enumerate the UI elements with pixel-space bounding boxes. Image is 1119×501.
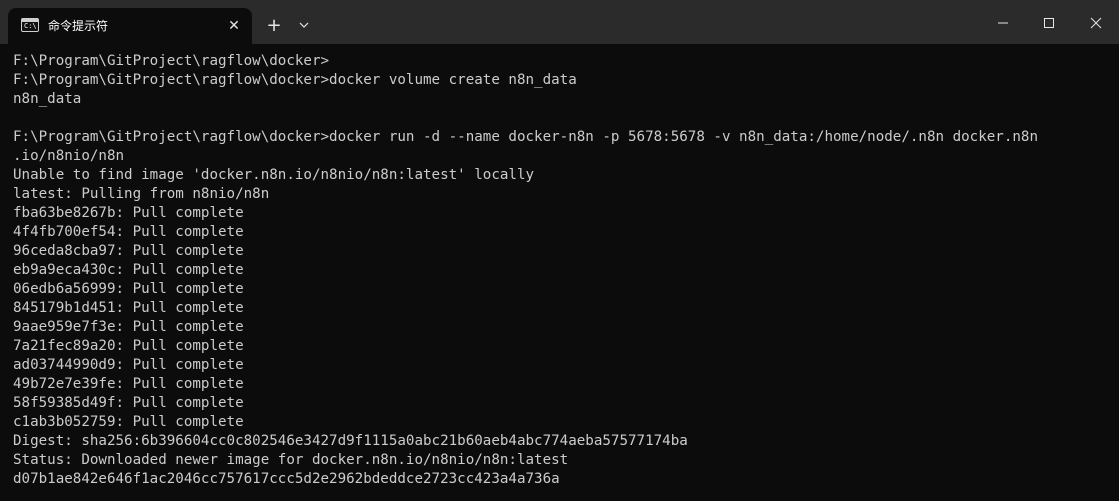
console-output[interactable]: F:\Program\GitProject\ragflow\docker> F:… [0,44,1119,501]
console-line: 4f4fb700ef54: Pull complete [13,224,244,240]
console-line: Status: Downloaded newer image for docke… [13,452,569,468]
chevron-down-icon[interactable] [292,14,316,38]
tab-title: 命令提示符 [48,19,109,33]
console-line: Digest: sha256:6b396604cc0c802546e3427d9… [13,433,688,449]
console-line: eb9a9eca430c: Pull complete [13,262,244,278]
console-line: ad03744990d9: Pull complete [13,357,244,373]
console-line: 7a21fec89a20: Pull complete [13,338,244,354]
console-line: 58f59385d49f: Pull complete [13,395,244,411]
console-line: fba63be8267b: Pull complete [13,205,244,221]
console-line: n8n_data [13,91,82,107]
terminal-window: C:\ 命令提示符 ✕ + F:\Program\GitProject\ragf… [0,0,1119,501]
console-line: 845179b1d451: Pull complete [13,300,244,316]
console-app-icon: C:\ [21,18,39,32]
minimize-icon[interactable] [980,0,1026,44]
close-icon[interactable] [1073,0,1119,44]
console-line: F:\Program\GitProject\ragflow\docker>doc… [13,72,577,88]
console-app-icon-glyph: C:\ [24,22,37,30]
console-line: 96ceda8cba97: Pull complete [13,243,244,259]
title-bar[interactable]: C:\ 命令提示符 ✕ + [0,0,1119,44]
console-line: d07b1ae842e646f1ac2046cc757617ccc5d2e296… [13,471,560,487]
console-line: .io/n8nio/n8n [13,148,125,164]
console-line: 06edb6a56999: Pull complete [13,281,244,297]
console-line: c1ab3b052759: Pull complete [13,414,244,430]
console-line: 49b72e7e39fe: Pull complete [13,376,244,392]
new-tab-button[interactable]: + [262,14,286,38]
console-line: latest: Pulling from n8nio/n8n [13,186,270,202]
console-line: F:\Program\GitProject\ragflow\docker> [13,53,330,69]
console-line: 9aae959e7f3e: Pull complete [13,319,244,335]
console-line: Unable to find image 'docker.n8n.io/n8ni… [13,167,535,183]
tab-command-prompt[interactable]: C:\ 命令提示符 ✕ [8,8,252,44]
console-line: F:\Program\GitProject\ragflow\docker>doc… [13,129,1038,145]
maximize-icon[interactable] [1026,0,1072,44]
tab-close-icon[interactable]: ✕ [224,16,244,36]
